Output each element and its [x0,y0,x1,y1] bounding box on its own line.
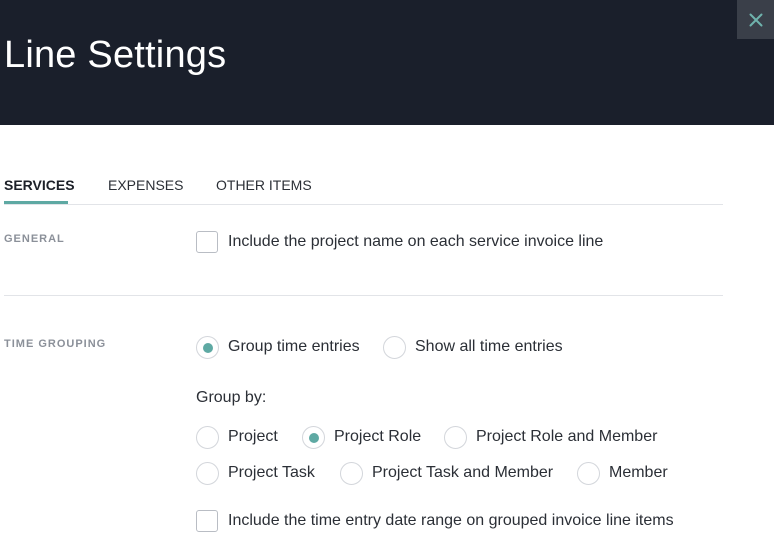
include-project-name-checkbox[interactable] [196,231,218,253]
section-label-time-grouping: TIME GROUPING [4,338,107,350]
tab-expenses[interactable]: EXPENSES [108,177,183,193]
radio-show-all-time-entries[interactable] [383,336,406,359]
radio-group-by-project-role-and-member[interactable] [444,426,467,449]
section-divider [4,295,723,296]
dialog-header: Line Settings [0,0,774,125]
include-date-range-checkbox[interactable] [196,510,218,532]
radio-group-by-project-role[interactable] [302,426,325,449]
group-by-label: Group by: [196,389,267,406]
include-date-range-label: Include the time entry date range on gro… [228,512,674,529]
radio-group-by-project[interactable] [196,426,219,449]
close-icon [749,13,762,26]
radio-label-member: Member [609,464,668,481]
radio-group-by-project-task-and-member[interactable] [340,462,363,485]
include-project-name-label: Include the project name on each service… [228,233,604,250]
radio-label-project-role-and-member: Project Role and Member [476,428,658,445]
tab-bar: SERVICES EXPENSES OTHER ITEMS [4,168,723,205]
radio-group-time-entries[interactable] [196,336,219,359]
radio-label-group-time-entries: Group time entries [228,338,360,355]
section-label-general: GENERAL [4,233,65,245]
radio-label-project-task-and-member: Project Task and Member [372,464,554,481]
radio-group-by-project-task[interactable] [196,462,219,485]
tab-services[interactable]: SERVICES [4,177,75,193]
radio-label-project-role: Project Role [334,428,422,445]
radio-label-project-task: Project Task [228,464,315,481]
radio-group-by-member[interactable] [577,462,600,485]
tab-other-items[interactable]: OTHER ITEMS [216,177,312,193]
close-button[interactable] [737,0,774,39]
page-title: Line Settings [4,34,227,76]
radio-label-project: Project [228,428,278,445]
active-tab-indicator [4,201,68,204]
radio-label-show-all-time-entries: Show all time entries [415,338,563,355]
